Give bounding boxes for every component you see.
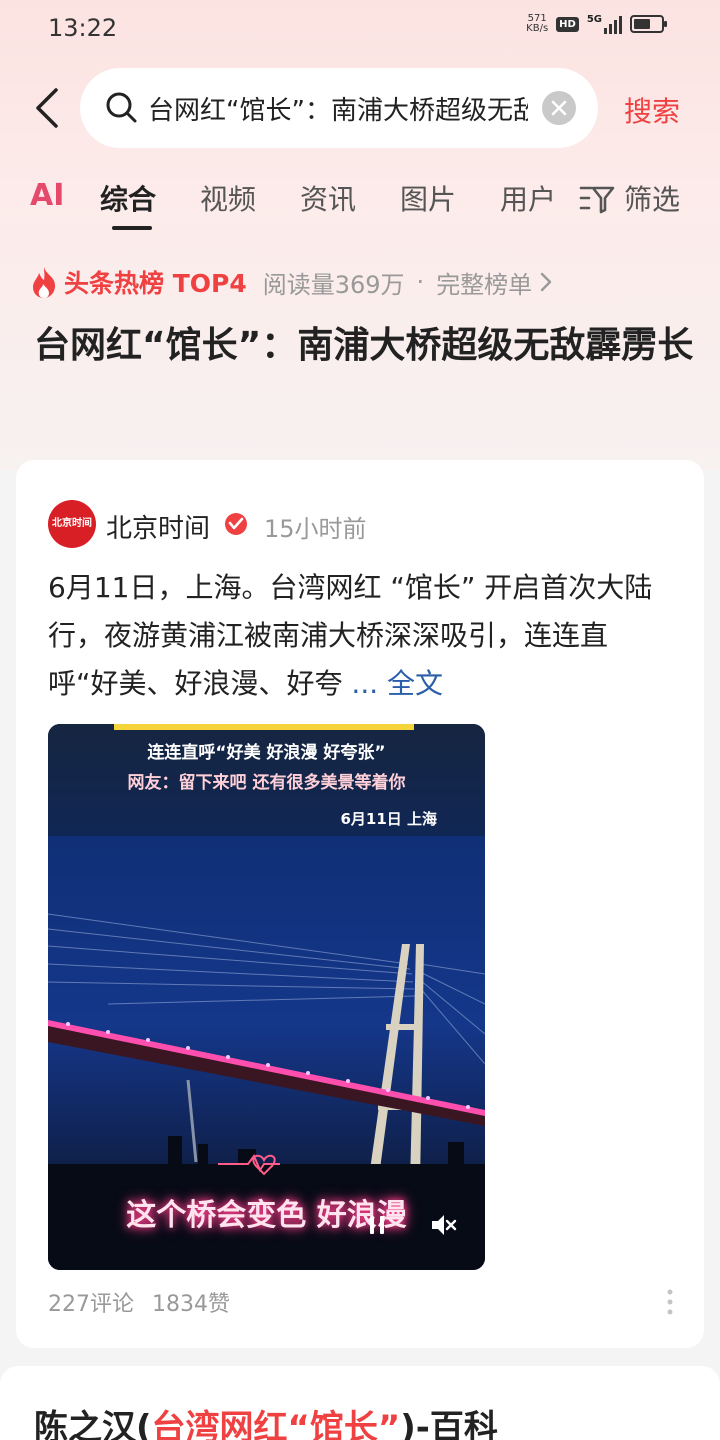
signal-icon: 5G [587,14,622,34]
baike-title-highlight: 台湾网红“馆长” [151,1408,401,1440]
close-icon [551,100,567,116]
battery-icon [630,15,667,33]
active-tab-indicator [112,226,152,230]
full-list-link[interactable]: 完整榜单 [436,265,532,300]
search-button[interactable]: 搜索 [624,90,680,130]
like-count[interactable]: 1834赞 [152,1292,230,1317]
tab-filter[interactable]: 筛选 [624,178,680,218]
topic-headline[interactable]: 台网红“馆长”：南浦大桥超级无敌霹雳长 [34,318,694,374]
clear-button[interactable] [542,91,576,125]
tab-news[interactable]: 资讯 [300,178,356,218]
source-avatar[interactable]: 北京时间 [48,500,96,548]
baike-title[interactable]: 陈之汉(台湾网红“馆长”)-百科 [34,1400,498,1440]
more-options-icon[interactable] [666,1288,674,1316]
result-card[interactable]: 北京时间 北京时间 15小时前 6月11日，上海。台湾网红 “馆长” 开启首次大… [16,460,704,1348]
result-card-baike[interactable]: 陈之汉(台湾网红“馆长”)-百科 [0,1366,720,1440]
comment-count[interactable]: 227评论 [48,1292,134,1317]
hd-icon: HD [556,16,579,32]
baike-title-suffix: )-百科 [400,1408,498,1440]
net-speed-unit: KB/s [526,23,549,34]
category-tabs: AI 综合 视频 资讯 图片 用户 筛选 [0,170,720,234]
tab-users[interactable]: 用户 [500,178,556,218]
separator-dot: · [416,268,425,296]
video-top-banner [114,724,414,730]
mute-icon[interactable] [428,1210,458,1240]
flame-icon [33,267,56,298]
back-button[interactable] [30,86,70,130]
search-bar-row: 搜索 [0,68,720,148]
status-time: 13:22 [48,14,118,42]
read-count: 阅读量369万 [262,270,405,299]
search-box[interactable] [80,68,598,148]
source-name[interactable]: 北京时间 [106,508,210,545]
post-stats: 227评论 1834赞 [48,1286,230,1318]
pause-icon[interactable] [362,1210,392,1240]
back-arrow-icon [36,88,58,128]
baike-title-prefix: 陈之汉( [34,1408,152,1440]
network-type: 5G [586,14,602,25]
net-speed: 571 KB/s [526,14,548,34]
tab-comprehensive[interactable]: 综合 [100,178,156,218]
chevron-right-icon [540,272,552,292]
search-icon [106,92,137,123]
tab-video[interactable]: 视频 [200,178,256,218]
search-input[interactable] [148,88,528,128]
status-icons: 571 KB/s HD 5G [526,14,667,34]
video-player[interactable]: 连连直呼“好美 好浪漫 好夸张” 网友：留下来吧 还有很多美景等着你 6月11日… [48,724,485,1270]
hot-list-row: 头条热榜 TOP4 阅读量369万 · 完整榜单 [30,262,552,302]
post-time: 15小时前 [264,515,367,543]
filter-icon[interactable] [579,184,615,214]
video-date: 6月11日 上海 [340,810,437,828]
hot-list-label: 头条热榜 TOP4 [64,269,247,298]
full-text-link[interactable]: ... 全文 [351,667,443,700]
video-caption-2: 网友：留下来吧 还有很多美景等着你 [127,773,406,793]
post-text[interactable]: 6月11日，上海。台湾网红 “馆长” 开启首次大陆行，夜游黄浦江被南浦大桥深深吸… [48,564,678,708]
tab-ai[interactable]: AI [30,178,64,213]
verified-badge-icon [225,513,247,535]
status-bar: 13:22 571 KB/s HD 5G [0,0,720,56]
tab-images[interactable]: 图片 [400,178,456,218]
video-subtitle: 这个桥会变色 好浪漫 [126,1198,407,1233]
video-thumbnail [48,724,485,1270]
video-caption-1: 连连直呼“好美 好浪漫 好夸张” [147,743,386,763]
